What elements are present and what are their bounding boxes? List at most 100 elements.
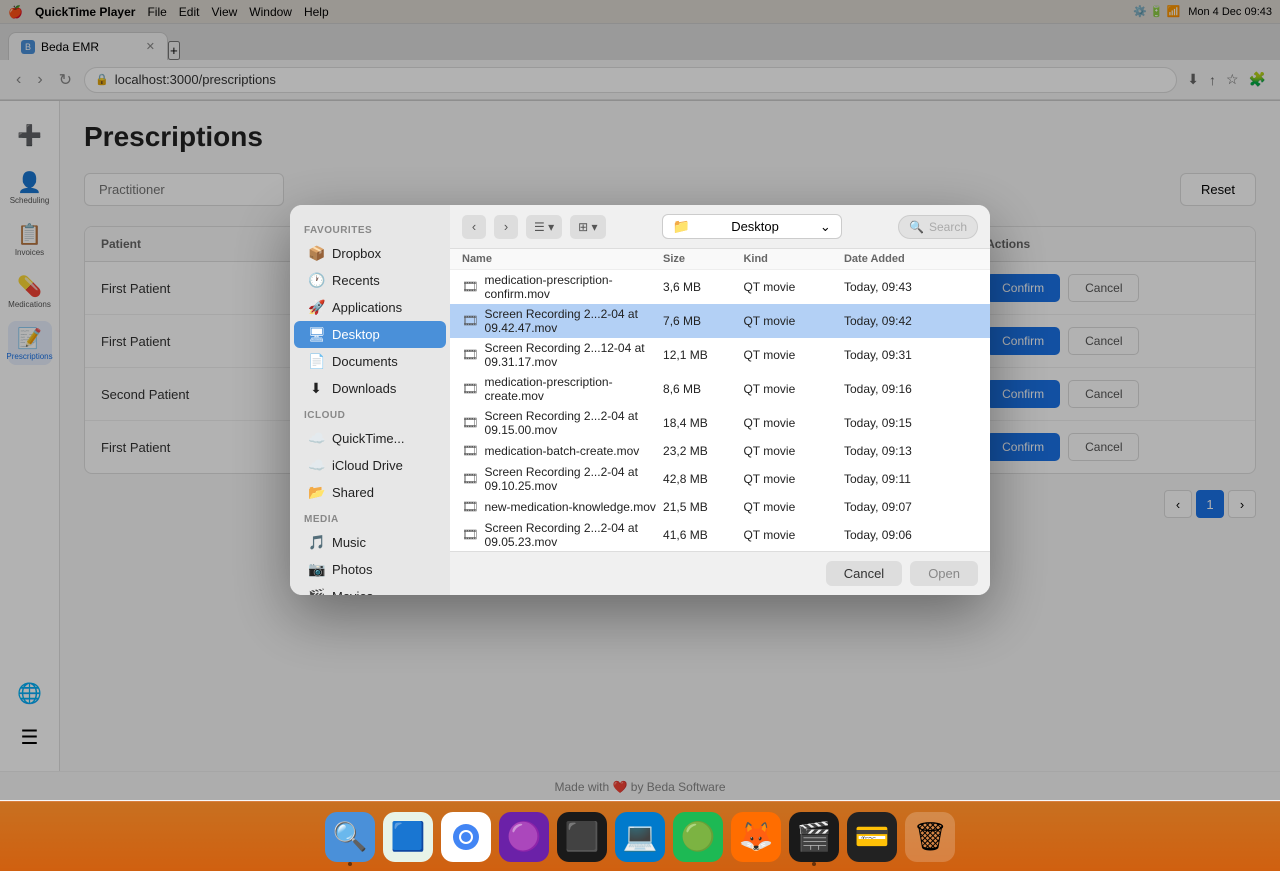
fp-sidebar-applications[interactable]: 🚀 Applications (294, 294, 446, 321)
dock-terminal[interactable]: ⬛ (557, 812, 607, 862)
file-type-icon: 🎞 (462, 471, 479, 487)
fp-file-size: 23,2 MB (663, 444, 743, 458)
dock-quicktime[interactable]: 🎬 (789, 812, 839, 862)
fp-toolbar: ‹ › ☰ ▾ ⊞ ▾ 📁 Desktop ⌄ 🔍 Search (450, 205, 990, 249)
music-icon: 🎵 (308, 534, 324, 551)
fp-filename-text: new-medication-knowledge.mov (485, 500, 656, 514)
fp-file-name: 🎞 Screen Recording 2...2-04 at 09.10.25.… (462, 465, 663, 493)
file-type-icon: 🎞 (462, 415, 479, 431)
fp-file-name: 🎞 new-medication-knowledge.mov (462, 499, 663, 515)
dock-launchpad[interactable]: 🟦 (383, 812, 433, 862)
dock-chrome[interactable] (441, 812, 491, 862)
fp-sidebar-quicktime[interactable]: ☁️ QuickTime... (294, 425, 446, 452)
fp-search-placeholder: Search (929, 220, 967, 234)
fp-open-button[interactable]: Open (910, 561, 978, 586)
dropbox-icon: 📦 (308, 245, 324, 262)
media-label: Media (290, 506, 450, 529)
fp-file-kind: QT movie (743, 314, 844, 328)
fp-file-row[interactable]: 🎞 Screen Recording 2...2-04 at 09.10.25.… (450, 462, 990, 496)
fp-file-row[interactable]: 🎞 Screen Recording 2...12-04 at 09.31.17… (450, 338, 990, 372)
icloud-drive-icon: ☁️ (308, 457, 324, 474)
fp-file-kind: QT movie (743, 348, 844, 362)
fp-file-date: Today, 09:42 (844, 314, 978, 328)
fp-file-kind: QT movie (743, 382, 844, 396)
fp-footer: Cancel Open (450, 551, 990, 595)
fp-file-name: 🎞 Screen Recording 2...2-04 at 09.15.00.… (462, 409, 663, 437)
fp-file-date: Today, 09:16 (844, 382, 978, 396)
fp-file-row[interactable]: 🎞 Screen Recording 2...2-04 at 09.15.00.… (450, 406, 990, 440)
fp-sidebar-label: Desktop (332, 327, 380, 342)
fp-file-date: Today, 09:43 (844, 280, 978, 294)
fp-cancel-button[interactable]: Cancel (826, 561, 902, 586)
desktop-icon: 🖥 (308, 326, 324, 343)
dock-firefox[interactable]: 🦊 (731, 812, 781, 862)
fp-file-size: 42,8 MB (663, 472, 743, 486)
recents-icon: 🕐 (308, 272, 324, 289)
fp-file-size: 3,6 MB (663, 280, 743, 294)
fp-sidebar-photos[interactable]: 📷 Photos (294, 556, 446, 583)
fp-sidebar-label: Dropbox (332, 246, 381, 261)
file-type-icon: 🎞 (462, 347, 479, 363)
fp-file-name: 🎞 Screen Recording 2...2-04 at 09.05.23.… (462, 521, 663, 549)
fp-sidebar-label: Shared (332, 485, 374, 500)
fp-search-box[interactable]: 🔍 Search (898, 215, 978, 239)
favourites-label: Favourites (290, 217, 450, 240)
fp-sidebar-label: iCloud Drive (332, 458, 403, 473)
dock-vscode[interactable]: 💻 (615, 812, 665, 862)
file-type-icon: 🎞 (462, 279, 479, 295)
fp-file-row[interactable]: 🎞 Screen Recording 2...2-04 at 09.42.47.… (450, 304, 990, 338)
fp-sidebar-recents[interactable]: 🕐 Recents (294, 267, 446, 294)
documents-icon: 📄 (308, 353, 324, 370)
fp-filename-text: medication-prescription-create.mov (485, 375, 664, 403)
file-type-icon: 🎞 (462, 499, 479, 515)
fp-sidebar-label: Applications (332, 300, 402, 315)
fp-list-view-button[interactable]: ☰ ▾ (526, 215, 562, 239)
dock-dot (348, 862, 352, 866)
applications-icon: 🚀 (308, 299, 324, 316)
fp-location-box[interactable]: 📁 Desktop ⌄ (662, 214, 842, 239)
file-type-icon: 🎞 (462, 381, 479, 397)
fp-sidebar-documents[interactable]: 📄 Documents (294, 348, 446, 375)
fp-file-row[interactable]: 🎞 Screen Recording 2...2-04 at 09.05.23.… (450, 518, 990, 551)
fp-filename-text: medication-prescription-confirm.mov (485, 273, 664, 301)
file-type-icon: 🎞 (462, 443, 479, 459)
fp-back-button[interactable]: ‹ (462, 215, 486, 239)
fp-location: 📁 Desktop ⌄ (614, 214, 890, 239)
folder-icon: 📁 (673, 218, 690, 235)
dock-finder[interactable]: 🔍 (325, 812, 375, 862)
fp-rows: 🎞 medication-prescription-confirm.mov 3,… (450, 270, 990, 551)
fp-sidebar-label: QuickTime... (332, 431, 404, 446)
fp-file-size: 7,6 MB (663, 314, 743, 328)
fp-sidebar-music[interactable]: 🎵 Music (294, 529, 446, 556)
fp-sidebar-shared[interactable]: 📂 Shared (294, 479, 446, 506)
fp-forward-button[interactable]: › (494, 215, 518, 239)
dock-spotify[interactable]: 🟢 (673, 812, 723, 862)
fp-sidebar-downloads[interactable]: ⬇ Downloads (294, 375, 446, 402)
fp-sidebar-dropbox[interactable]: 📦 Dropbox (294, 240, 446, 267)
fp-sidebar-desktop[interactable]: 🖥 Desktop (294, 321, 446, 348)
dock-notch[interactable]: 🟣 (499, 812, 549, 862)
fp-grid-view-button[interactable]: ⊞ ▾ (570, 215, 605, 239)
dock-trash[interactable]: 🗑 (905, 812, 955, 862)
fp-filename-text: Screen Recording 2...2-04 at 09.05.23.mo… (485, 521, 664, 549)
fp-file-row[interactable]: 🎞 new-medication-knowledge.mov 21,5 MB Q… (450, 496, 990, 518)
fp-main: ‹ › ☰ ▾ ⊞ ▾ 📁 Desktop ⌄ 🔍 Search (450, 205, 990, 595)
col-size: Size (663, 253, 743, 265)
fp-file-kind: QT movie (743, 416, 844, 430)
fp-filename-text: Screen Recording 2...2-04 at 09.15.00.mo… (485, 409, 664, 437)
fp-sidebar-label: Documents (332, 354, 398, 369)
fp-file-size: 12,1 MB (663, 348, 743, 362)
fp-file-kind: QT movie (743, 472, 844, 486)
fp-file-row[interactable]: 🎞 medication-prescription-create.mov 8,6… (450, 372, 990, 406)
file-type-icon: 🎞 (462, 313, 479, 329)
fp-file-row[interactable]: 🎞 medication-prescription-confirm.mov 3,… (450, 270, 990, 304)
fp-sidebar-label: Music (332, 535, 366, 550)
icloud-label: iCloud (290, 402, 450, 425)
fp-sidebar-movies[interactable]: 🎬 Movies (294, 583, 446, 595)
dock-cards[interactable]: 💳 (847, 812, 897, 862)
fp-file-size: 18,4 MB (663, 416, 743, 430)
fp-sidebar-icloud-drive[interactable]: ☁️ iCloud Drive (294, 452, 446, 479)
fp-file-date: Today, 09:07 (844, 500, 978, 514)
fp-file-row[interactable]: 🎞 medication-batch-create.mov 23,2 MB QT… (450, 440, 990, 462)
search-icon: 🔍 (909, 220, 924, 234)
